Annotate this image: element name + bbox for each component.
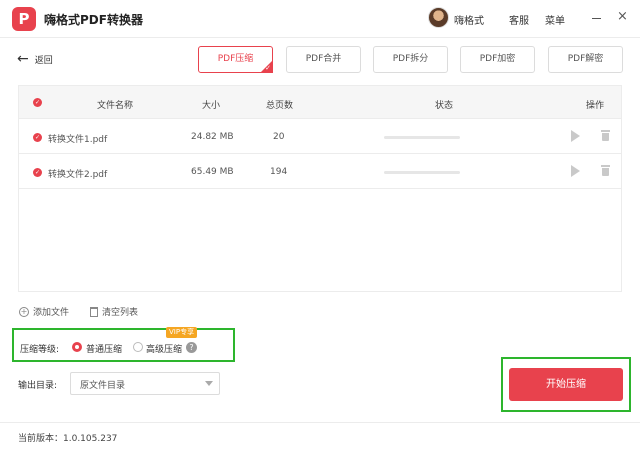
header-name: 文件名称 (97, 101, 134, 111)
title-bar: P 嗨格式PDF转换器 嗨格式 客服 菜单 × (0, 0, 640, 38)
header-pages: 总页数 (266, 101, 294, 111)
file-size: 65.49 MB (191, 167, 234, 177)
start-compress-button[interactable]: 开始压缩 (509, 368, 623, 401)
table-row: ✓ 转换文件1.pdf 24.82 MB 20 (19, 120, 621, 154)
radio-label-normal[interactable]: 普通压缩 (86, 342, 122, 355)
dropdown-caret-icon (205, 381, 213, 386)
table-row: ✓ 转换文件2.pdf 65.49 MB 194 (19, 155, 621, 189)
tab-label: PDF压缩 (217, 54, 254, 64)
play-icon[interactable] (571, 165, 580, 177)
tab-label: PDF解密 (567, 54, 604, 64)
tab-pdf-compress[interactable]: PDF压缩 ✓ (198, 46, 273, 73)
back-arrow-icon: ← (17, 51, 29, 67)
tab-label: PDF拆分 (392, 54, 429, 64)
tab-pdf-merge[interactable]: PDF合并 (286, 46, 361, 73)
file-name: 转换文件2.pdf (48, 170, 108, 180)
progress-bar (384, 171, 460, 174)
clear-list-label: 清空列表 (102, 308, 139, 318)
clear-icon (90, 306, 98, 317)
app-title: 嗨格式PDF转换器 (44, 13, 143, 27)
tab-pdf-decrypt[interactable]: PDF解密 (548, 46, 623, 73)
compression-level-label: 压缩等级: (20, 345, 60, 355)
back-label: 返回 (34, 55, 53, 66)
username[interactable]: 嗨格式 (454, 12, 484, 27)
row-check-icon[interactable]: ✓ (33, 133, 42, 142)
add-icon: + (19, 306, 29, 317)
header-status: 状态 (435, 101, 454, 111)
close-icon[interactable]: × (617, 9, 628, 25)
help-icon[interactable]: ? (186, 342, 197, 353)
file-pages: 194 (270, 167, 288, 177)
table-header: ✓ 文件名称 大小 总页数 状态 操作 (19, 86, 621, 119)
tab-label: PDF加密 (479, 54, 516, 64)
header-size: 大小 (202, 101, 221, 111)
radio-normal-compress[interactable] (72, 342, 82, 352)
select-all-check-icon[interactable]: ✓ (33, 98, 42, 107)
radio-advanced-compress[interactable] (133, 342, 143, 352)
row-check-icon[interactable]: ✓ (33, 168, 42, 177)
service-button[interactable]: 客服 (509, 12, 529, 27)
compression-level-group: 压缩等级: 普通压缩 高级压缩 VIP专享 ? (12, 327, 235, 362)
back-button[interactable]: ← 返回 (17, 52, 53, 66)
progress-bar (384, 136, 460, 139)
output-dir-select[interactable]: 原文件目录 (70, 372, 220, 395)
play-icon[interactable] (571, 130, 580, 142)
app-logo-icon: P (12, 7, 36, 31)
vip-badge: VIP专享 (166, 327, 198, 338)
status-bar: 当前版本：1.0.105.237 (0, 422, 640, 450)
output-dir-label: 输出目录: (18, 381, 58, 391)
file-pages: 20 (273, 132, 285, 142)
tab-pdf-encrypt[interactable]: PDF加密 (460, 46, 535, 73)
version-text: 当前版本：1.0.105.237 (18, 434, 118, 444)
header-action: 操作 (586, 101, 605, 111)
minimize-icon[interactable] (592, 18, 601, 19)
clear-list-button[interactable]: 清空列表 (90, 305, 138, 318)
menu-button[interactable]: 菜单 (545, 12, 565, 27)
file-size: 24.82 MB (191, 132, 234, 142)
tab-label: PDF合并 (305, 54, 342, 64)
check-icon: ✓ (265, 64, 271, 72)
trash-icon[interactable] (601, 165, 610, 176)
add-file-label: 添加文件 (33, 308, 70, 318)
trash-icon[interactable] (601, 130, 610, 141)
tab-pdf-split[interactable]: PDF拆分 (373, 46, 448, 73)
add-file-button[interactable]: + 添加文件 (19, 305, 69, 318)
output-dir-value: 原文件目录 (80, 381, 126, 391)
file-name: 转换文件1.pdf (48, 135, 108, 145)
radio-label-advanced[interactable]: 高级压缩 (146, 342, 182, 355)
avatar[interactable] (428, 7, 449, 28)
file-list: ✓ 文件名称 大小 总页数 状态 操作 ✓ 转换文件1.pdf 24.82 MB… (18, 85, 622, 292)
